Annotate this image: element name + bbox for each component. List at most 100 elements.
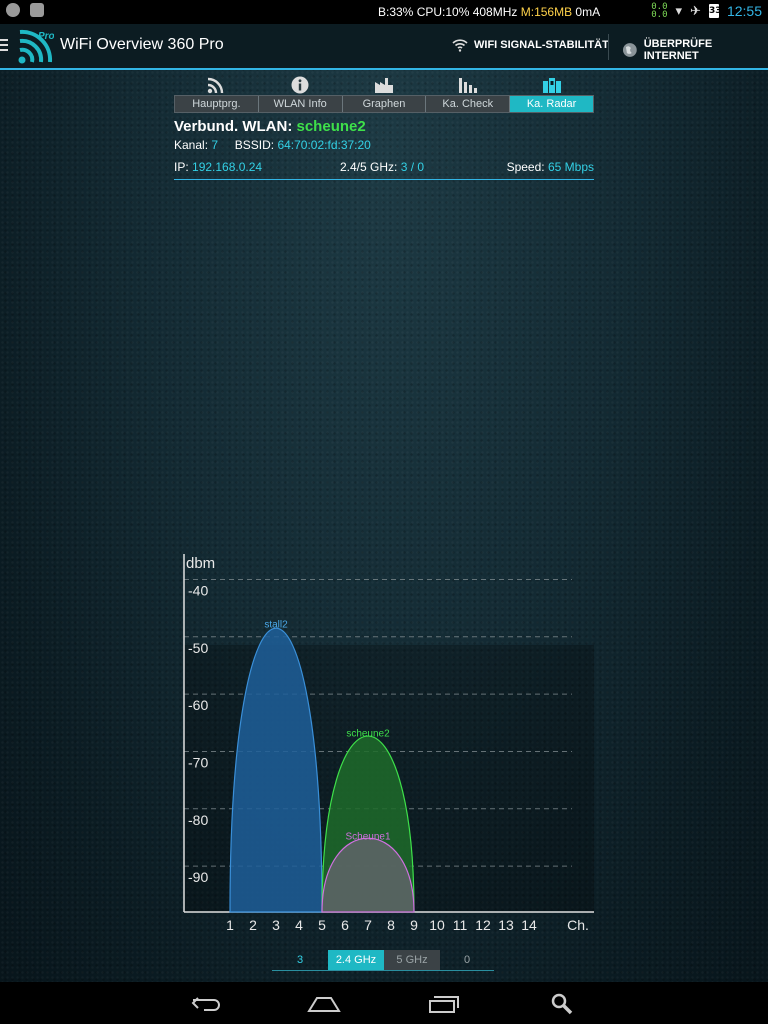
tab-graphen[interactable]: Graphen [343, 96, 427, 112]
wifi-signal-icon [452, 39, 468, 52]
y-tick-label: -40 [188, 582, 208, 598]
x-tick-label: 8 [387, 917, 395, 933]
info-icon [291, 76, 309, 94]
connected-network: Verbund. WLAN: scheune2 [174, 118, 594, 135]
battery-icon: 33 [708, 4, 722, 18]
ip-value: 192.168.0.24 [192, 160, 263, 174]
connected-ssid: scheune2 [296, 118, 366, 135]
tab-ka-check[interactable]: Ka. Check [426, 96, 511, 112]
app-logo[interactable]: Pro [18, 28, 54, 64]
action-separator [608, 34, 609, 60]
band-24ghz-button[interactable]: 2.4 GHz [328, 950, 384, 970]
tab-bar: Hauptprg. WLAN Info Graphen Ka. Check Ka… [174, 95, 594, 113]
wifi-feed-icon [207, 77, 224, 94]
x-tick-label: 1 [226, 917, 234, 933]
tab-icon-cell[interactable] [510, 74, 594, 96]
back-icon [191, 997, 220, 1011]
recent-apps-icon [429, 996, 459, 1013]
y-tick-label: -80 [188, 812, 208, 828]
net-traffic: 0.0 0.0 [651, 3, 668, 20]
x-tick-label: 6 [341, 917, 349, 933]
y-tick-label: -70 [188, 754, 208, 770]
action-bar: Pro WiFi Overview 360 Pro WIFI SIGNAL-ST… [0, 24, 768, 70]
globe-icon [622, 43, 637, 57]
speed-value: 65 Mbps [547, 160, 594, 174]
ip-band-speed-row: IP: 192.168.0.24 2.4/5 GHz: 3 / 0 Speed:… [174, 160, 594, 176]
bssid-label: BSSID: [234, 138, 275, 152]
system-info: B:33% CPU:10% 408MHz M:156MB 0mA [378, 5, 600, 19]
y-tick-label: -90 [188, 869, 208, 885]
launcher-icon [6, 3, 20, 17]
gallery-icon [30, 3, 44, 17]
back-button[interactable] [186, 992, 226, 1016]
clock: 12:55 [726, 3, 762, 19]
x-tick-label: 10 [429, 917, 445, 933]
info-divider [174, 179, 594, 180]
tab-icon-cell[interactable] [174, 74, 258, 96]
tab-icon-cell[interactable] [342, 74, 426, 96]
radar-icon [543, 78, 561, 93]
recent-apps-button[interactable] [424, 992, 464, 1016]
navigation-bar [0, 982, 768, 1024]
y-axis-label: dbm [186, 555, 215, 572]
home-button[interactable] [304, 992, 344, 1016]
status-bar: B:33% CPU:10% 408MHz M:156MB 0mA 0.0 0.0 … [0, 0, 768, 24]
tab-icon-cell[interactable] [258, 74, 342, 96]
ip-field: IP: 192.168.0.24 [174, 160, 262, 174]
x-tick-label: 5 [318, 917, 326, 933]
check-internet-button[interactable]: ÜBERPRÜFE INTERNET [622, 38, 768, 62]
x-tick-label: 9 [410, 917, 418, 933]
channel-radar-chart: -40 -50 -60 -70 -80 -90 dbm stall2 scheune2 Scheu… [174, 550, 604, 940]
tab-hauptprg[interactable]: Hauptprg. [175, 96, 259, 112]
tab-ka-radar[interactable]: Ka. Radar [510, 96, 593, 112]
x-tick-label: 14 [521, 917, 537, 933]
wifi-status-icon: ▾ [675, 3, 683, 19]
tab-wlan-info[interactable]: WLAN Info [259, 96, 343, 112]
bar-chart-icon [459, 78, 477, 93]
y-tick-label: -60 [188, 697, 208, 713]
x-tick-label: 13 [498, 917, 514, 933]
speed-label: Speed: [506, 160, 545, 174]
x-tick-label: 11 [453, 917, 468, 933]
check-internet-label: ÜBERPRÜFE INTERNET [643, 38, 713, 62]
channel-value: 7 [211, 138, 219, 152]
system-info-suffix: 0mA [572, 5, 601, 19]
series-label-stall2: stall2 [264, 619, 288, 630]
x-tick-label: 3 [272, 917, 280, 933]
count-24ghz: 3 [296, 954, 304, 966]
count-5ghz: 0 [463, 954, 471, 966]
connected-label: Verbund. WLAN: [174, 118, 293, 135]
ip-label: IP: [174, 160, 189, 174]
wifi-signal-stability-button[interactable]: WIFI SIGNAL-STABILITÄT [452, 38, 609, 52]
x-tick-label: 12 [475, 917, 491, 933]
wifi-signal-stability-label: WIFI SIGNAL-STABILITÄT [474, 39, 609, 51]
app-title: WiFi Overview 360 Pro [60, 36, 224, 53]
airplane-icon: ✈ [690, 3, 701, 19]
factory-icon [375, 78, 393, 93]
y-tick-label: -50 [188, 640, 208, 656]
band-label: 2.4/5 GHz: [340, 160, 398, 174]
x-tick-label: 4 [295, 917, 303, 933]
tab-icon-row [174, 74, 594, 96]
search-button[interactable] [542, 992, 582, 1016]
band-selector: 3 2.4 GHz 5 GHz 0 [272, 950, 494, 971]
home-icon [307, 997, 341, 1012]
series-label-scheune1: Scheune1 [345, 831, 390, 842]
speed-field: Speed: 65 Mbps [507, 160, 594, 174]
series-label-scheune2: scheune2 [346, 728, 390, 739]
svg-text:Pro: Pro [38, 31, 54, 42]
channel-radar-svg: -40 -50 -60 -70 -80 -90 dbm stall2 scheune2 Scheu… [183, 554, 594, 933]
band-field: 2.4/5 GHz: 3 / 0 [340, 160, 424, 174]
band-5ghz-button[interactable]: 5 GHz [384, 950, 440, 970]
band-value: 3 / 0 [400, 160, 425, 174]
net-down: 0.0 [651, 10, 668, 20]
x-tick-label: 7 [364, 917, 372, 933]
memory-info: M:156MB [520, 5, 573, 19]
drawer-menu-icon[interactable] [0, 39, 8, 54]
tab-icon-cell[interactable] [426, 74, 510, 96]
bssid-value: 64:70:02:fd:37:20 [277, 138, 371, 152]
channel-label: Kanal: [174, 138, 209, 152]
search-icon [551, 993, 573, 1015]
channel-bssid-row: Kanal: 7 BSSID: 64:70:02:fd:37:20 [174, 138, 594, 152]
x-axis-label: Ch. [567, 917, 589, 933]
